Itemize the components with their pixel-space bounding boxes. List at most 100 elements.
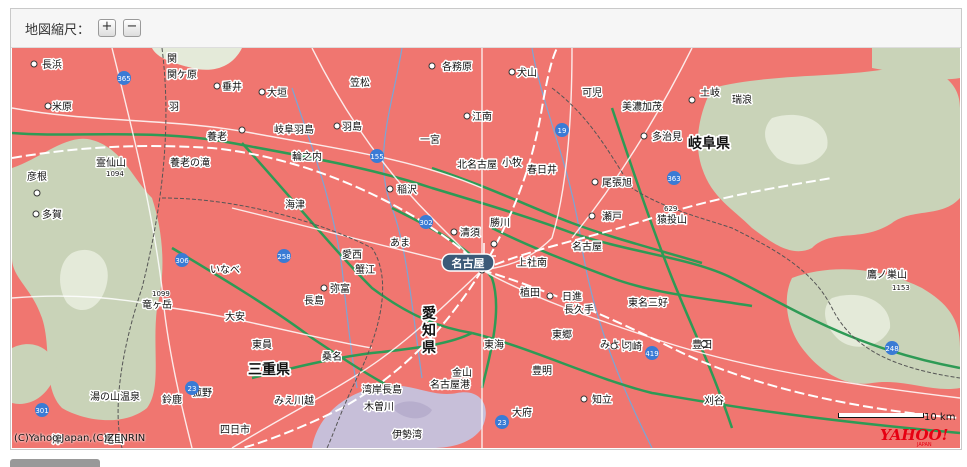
pref-label-aichi: 愛 知 県 — [420, 303, 438, 358]
svg-text:あま: あま — [390, 237, 410, 249]
svg-text:稲沢: 稲沢 — [397, 183, 417, 196]
svg-text:四日市: 四日市 — [220, 423, 250, 436]
svg-text:弥富: 弥富 — [330, 282, 350, 295]
svg-text:363: 363 — [667, 175, 680, 183]
svg-text:湾岸長島: 湾岸長島 — [362, 383, 402, 396]
svg-text:関: 関 — [167, 53, 177, 65]
svg-text:湯の山温泉: 湯の山温泉 — [90, 390, 140, 403]
svg-text:愛: 愛 — [422, 305, 436, 322]
svg-text:美濃加茂: 美濃加茂 — [622, 100, 662, 113]
svg-text:輪之内: 輪之内 — [292, 150, 322, 163]
svg-text:日進: 日進 — [562, 291, 582, 303]
svg-text:鈴鹿: 鈴鹿 — [162, 393, 182, 406]
svg-text:岐阜羽島: 岐阜羽島 — [274, 123, 314, 136]
pref-label-mie: 三重県 — [248, 361, 290, 378]
svg-text:豊明: 豊明 — [532, 364, 552, 377]
svg-text:多賀: 多賀 — [42, 208, 62, 221]
svg-text:みえ川越: みえ川越 — [274, 394, 314, 407]
svg-text:長島: 長島 — [304, 294, 324, 307]
svg-text:大垣: 大垣 — [267, 86, 287, 99]
zoom-out-button[interactable]: − — [123, 19, 141, 37]
svg-text:名古屋: 名古屋 — [572, 240, 602, 253]
scale-bar — [838, 413, 924, 418]
svg-text:木曽川: 木曽川 — [364, 400, 394, 413]
svg-text:海津: 海津 — [285, 198, 305, 211]
svg-text:知: 知 — [422, 322, 436, 339]
svg-text:東郷: 東郷 — [552, 328, 572, 341]
svg-text:1099: 1099 — [152, 290, 170, 298]
svg-text:江南: 江南 — [472, 110, 492, 123]
svg-text:笠松: 笠松 — [350, 76, 370, 89]
svg-text:可児: 可児 — [582, 87, 602, 99]
svg-text:いなべ: いなべ — [210, 264, 240, 276]
scale-label: 10 km — [924, 412, 956, 423]
svg-text:301: 301 — [35, 407, 48, 415]
svg-text:桑名: 桑名 — [322, 350, 342, 363]
map-toolbar: 地図縮尺： + − — [11, 9, 961, 48]
svg-text:尾張旭: 尾張旭 — [602, 177, 632, 189]
svg-text:小牧: 小牧 — [502, 156, 522, 169]
svg-text:垂井: 垂井 — [222, 80, 242, 93]
svg-text:養老: 養老 — [207, 130, 227, 143]
map-canvas[interactable]: 岐阜県 三重県 愛 知 県 長浜 米原 彦根 多賀 関ケ原 垂井 大垣 養老 岐… — [12, 48, 960, 448]
svg-text:大府: 大府 — [512, 406, 532, 419]
svg-text:県: 県 — [422, 340, 436, 356]
svg-text:上社南: 上社南 — [517, 256, 547, 269]
svg-text:365: 365 — [117, 75, 130, 83]
svg-text:19: 19 — [558, 127, 567, 135]
svg-text:東名三好: 東名三好 — [628, 296, 668, 309]
svg-text:竜ヶ岳: 竜ヶ岳 — [142, 298, 172, 311]
svg-text:北名古屋: 北名古屋 — [457, 158, 497, 171]
svg-text:霊仙山: 霊仙山 — [96, 156, 126, 169]
svg-text:1094: 1094 — [106, 170, 124, 178]
svg-text:長久手: 長久手 — [564, 303, 594, 316]
svg-text:多治見: 多治見 — [652, 130, 682, 143]
svg-text:土岐: 土岐 — [700, 86, 720, 99]
svg-text:清須: 清須 — [460, 226, 480, 239]
svg-text:23: 23 — [188, 385, 197, 393]
svg-text:春日井: 春日井 — [527, 163, 557, 176]
svg-text:関ケ原: 関ケ原 — [167, 69, 197, 81]
svg-text:犬山: 犬山 — [517, 66, 537, 79]
svg-text:名古屋: 名古屋 — [452, 256, 485, 270]
svg-text:302: 302 — [419, 219, 432, 227]
svg-text:彦根: 彦根 — [27, 170, 47, 183]
svg-text:155: 155 — [370, 153, 383, 161]
svg-text:248: 248 — [885, 345, 898, 353]
svg-text:瀬戸: 瀬戸 — [602, 211, 622, 223]
svg-text:米原: 米原 — [52, 100, 72, 113]
svg-text:伊勢湾: 伊勢湾 — [392, 428, 422, 441]
svg-text:勝川: 勝川 — [490, 216, 510, 229]
svg-text:知立: 知立 — [592, 393, 612, 406]
bottom-tab[interactable] — [10, 459, 100, 467]
svg-text:東員: 東員 — [252, 338, 272, 351]
svg-text:猿投山: 猿投山 — [657, 213, 687, 226]
map-widget: 地図縮尺： + − 岐阜県 三重県 愛 知 県 長浜 米原 彦根 多賀 関ケ原 … — [10, 8, 962, 450]
svg-text:羽島: 羽島 — [342, 120, 362, 133]
zoom-in-button[interactable]: + — [98, 19, 116, 37]
svg-text:蟹江: 蟹江 — [355, 263, 375, 276]
zoom-label: 地図縮尺： — [25, 23, 91, 38]
svg-text:長浜: 長浜 — [42, 59, 62, 71]
yahoo-logo-sub: JAPAN — [917, 442, 932, 448]
svg-text:養老の滝: 養老の滝 — [170, 156, 210, 169]
svg-text:鷹ノ巣山: 鷹ノ巣山 — [867, 268, 907, 281]
svg-text:東海: 東海 — [484, 338, 504, 351]
map-svg[interactable]: 岐阜県 三重県 愛 知 県 長浜 米原 彦根 多賀 関ケ原 垂井 大垣 養老 岐… — [12, 48, 960, 448]
svg-text:1153: 1153 — [892, 284, 910, 292]
pref-label-gifu: 岐阜県 — [688, 135, 730, 152]
svg-text:愛西: 愛西 — [342, 248, 362, 261]
svg-text:大安: 大安 — [225, 310, 245, 323]
svg-text:金山: 金山 — [452, 366, 472, 379]
map-copyright: (C)Yahoo Japan,(C)ZENRIN — [14, 433, 146, 444]
svg-text:23: 23 — [498, 419, 507, 427]
svg-text:羽: 羽 — [169, 101, 179, 113]
svg-text:各務原: 各務原 — [442, 60, 472, 73]
svg-text:258: 258 — [277, 253, 290, 261]
svg-text:306: 306 — [175, 257, 189, 265]
svg-text:植田: 植田 — [520, 286, 540, 299]
svg-text:419: 419 — [645, 350, 658, 358]
svg-text:刈谷: 刈谷 — [704, 394, 724, 407]
svg-text:瑞浪: 瑞浪 — [732, 93, 752, 106]
svg-text:629: 629 — [664, 205, 677, 213]
